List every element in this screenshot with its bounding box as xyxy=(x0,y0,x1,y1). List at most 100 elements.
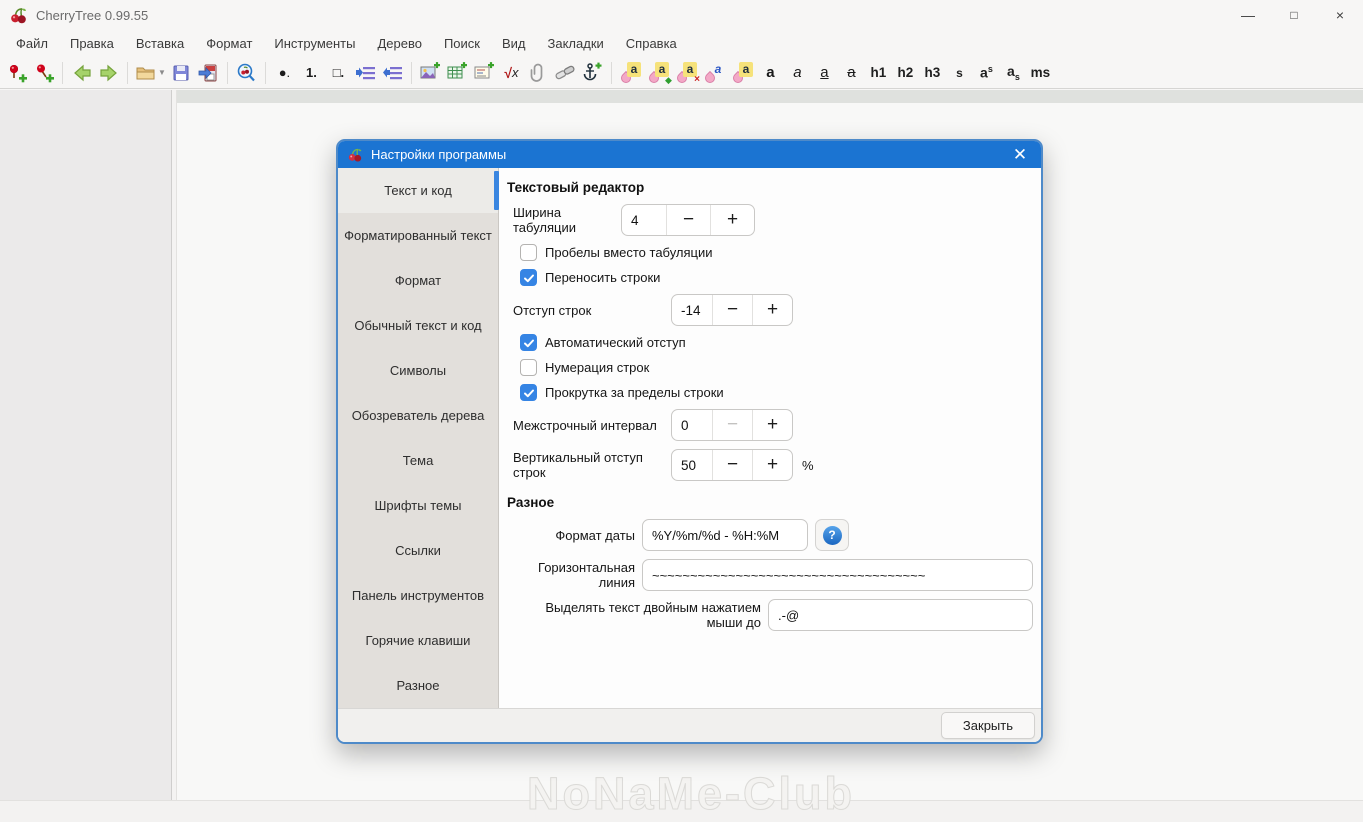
tab-tree-explorer[interactable]: Обозреватель дерева xyxy=(338,393,498,438)
h1-icon: h1 xyxy=(870,65,887,80)
attach-file-button[interactable] xyxy=(525,59,552,86)
line-spacing-label: Межстрочный интервал xyxy=(513,417,657,433)
format-color-bg-button[interactable]: a ◆ xyxy=(645,59,673,86)
dialog-close-icon[interactable]: ✕ xyxy=(1008,143,1032,167)
spaces-instead-tabs-row: Пробелы вместо табуляции xyxy=(520,244,1033,261)
insert-codebox-button[interactable] xyxy=(471,59,498,86)
format-clear-button[interactable]: a × xyxy=(673,59,701,86)
superscript-button[interactable]: as xyxy=(973,59,1000,86)
line-spacing-decrease-button[interactable]: − xyxy=(712,410,752,440)
horizontal-rule-input[interactable] xyxy=(642,559,1033,591)
new-node-icon xyxy=(9,64,27,82)
date-format-label: Формат даты xyxy=(555,527,635,543)
formula-var: x xyxy=(512,65,519,80)
close-button[interactable]: × xyxy=(1317,0,1363,30)
tab-toolbar[interactable]: Панель инструментов xyxy=(338,573,498,618)
menu-tools[interactable]: Инструменты xyxy=(263,30,366,57)
new-subnode-button[interactable] xyxy=(30,59,57,86)
tab-theme-fonts[interactable]: Шрифты темы xyxy=(338,483,498,528)
tab-theme[interactable]: Тема xyxy=(338,438,498,483)
scroll-beyond-checkbox[interactable] xyxy=(520,384,537,401)
line-spacing-increase-button[interactable]: + xyxy=(752,410,792,440)
menu-bookmarks[interactable]: Закладки xyxy=(537,30,615,57)
open-file-button[interactable]: ▼ xyxy=(133,59,168,86)
dialog-close-button[interactable]: Закрыть xyxy=(940,712,1035,739)
indent-left-button[interactable] xyxy=(379,59,406,86)
date-format-input[interactable] xyxy=(642,519,808,551)
tab-text-and-code[interactable]: Текст и код xyxy=(338,168,499,213)
italic-button[interactable]: a xyxy=(784,59,811,86)
monospace-button[interactable]: ms xyxy=(1027,59,1054,86)
format-highlight-button[interactable]: a xyxy=(729,59,757,86)
bullet-list-button[interactable]: ●. xyxy=(271,59,298,86)
vertical-offset-value[interactable]: 50 xyxy=(672,450,712,480)
save-as-button[interactable] xyxy=(195,59,222,86)
tab-plain-text-and-code[interactable]: Обычный текст и код xyxy=(338,303,498,348)
small-text-button[interactable]: s xyxy=(946,59,973,86)
menu-view[interactable]: Вид xyxy=(491,30,537,57)
node-tree-panel[interactable] xyxy=(0,90,172,800)
insert-table-button[interactable] xyxy=(444,59,471,86)
tab-width-value[interactable]: 4 xyxy=(622,205,666,235)
line-wrap-checkbox[interactable] xyxy=(520,269,537,286)
h3-button[interactable]: h3 xyxy=(919,59,946,86)
menu-file[interactable]: Файл xyxy=(5,30,59,57)
toolbar-separator xyxy=(226,61,228,84)
tab-width-decrease-button[interactable]: − xyxy=(666,205,710,235)
vertical-offset-decrease-button[interactable]: − xyxy=(712,450,752,480)
line-indent-value[interactable]: -14 xyxy=(672,295,712,325)
spaces-instead-tabs-checkbox[interactable] xyxy=(520,244,537,261)
tab-format[interactable]: Формат xyxy=(338,258,498,303)
todo-list-button[interactable]: □. xyxy=(325,59,352,86)
window-title: CherryTree 0.99.55 xyxy=(36,7,149,23)
menu-search[interactable]: Поиск xyxy=(433,30,491,57)
insert-anchor-button[interactable] xyxy=(579,59,606,86)
h2-button[interactable]: h2 xyxy=(892,59,919,86)
go-forward-button[interactable] xyxy=(95,59,122,86)
tab-misc[interactable]: Разное xyxy=(338,663,498,708)
find-button[interactable] xyxy=(233,59,260,86)
format-color-fg-button[interactable]: a xyxy=(617,59,645,86)
double-click-select-input[interactable] xyxy=(768,599,1033,631)
tab-hotkeys[interactable]: Горячие клавиши xyxy=(338,618,498,663)
menu-edit[interactable]: Правка xyxy=(59,30,125,57)
vertical-offset-increase-button[interactable]: + xyxy=(752,450,792,480)
tab-width-increase-button[interactable]: + xyxy=(710,205,754,235)
tab-rich-text[interactable]: Форматированный текст xyxy=(338,213,498,258)
insert-image-button[interactable] xyxy=(417,59,444,86)
back-arrow-icon xyxy=(73,64,91,81)
insert-link-button[interactable] xyxy=(552,59,579,86)
tab-width-row: Ширина табуляции 4 − + xyxy=(507,204,1033,236)
vertical-offset-row: Вертикальный отступ строк 50 − + % xyxy=(507,449,1033,481)
tab-links[interactable]: Ссылки xyxy=(338,528,498,573)
h1-button[interactable]: h1 xyxy=(865,59,892,86)
open-recent-dropdown-icon[interactable]: ▼ xyxy=(158,68,166,77)
line-numbers-checkbox[interactable] xyxy=(520,359,537,376)
bold-button[interactable]: a xyxy=(757,59,784,86)
save-button[interactable] xyxy=(168,59,195,86)
new-node-button[interactable] xyxy=(3,59,30,86)
tab-symbols[interactable]: Символы xyxy=(338,348,498,393)
underline-button[interactable]: a xyxy=(811,59,838,86)
auto-indent-checkbox[interactable] xyxy=(520,334,537,351)
forward-arrow-icon xyxy=(99,64,117,81)
line-indent-decrease-button[interactable]: − xyxy=(712,295,752,325)
go-back-button[interactable] xyxy=(68,59,95,86)
format-style-button[interactable]: a xyxy=(701,59,729,86)
menu-format[interactable]: Формат xyxy=(195,30,263,57)
date-format-help-button[interactable]: ? xyxy=(815,519,849,551)
line-spacing-value[interactable]: 0 xyxy=(672,410,712,440)
menu-tree[interactable]: Дерево xyxy=(366,30,432,57)
numbered-list-button[interactable]: 1. xyxy=(298,59,325,86)
insert-formula-button[interactable]: √ x xyxy=(498,59,525,86)
minimize-button[interactable]: — xyxy=(1225,0,1271,30)
window-controls: — □ × xyxy=(1225,0,1363,30)
strikethrough-button[interactable]: a xyxy=(838,59,865,86)
indent-right-button[interactable] xyxy=(352,59,379,86)
line-indent-increase-button[interactable]: + xyxy=(752,295,792,325)
subscript-button[interactable]: as xyxy=(1000,59,1027,86)
menu-help[interactable]: Справка xyxy=(615,30,688,57)
menu-insert[interactable]: Вставка xyxy=(125,30,195,57)
maximize-button[interactable]: □ xyxy=(1271,0,1317,30)
spaces-instead-tabs-label: Пробелы вместо табуляции xyxy=(545,245,713,260)
